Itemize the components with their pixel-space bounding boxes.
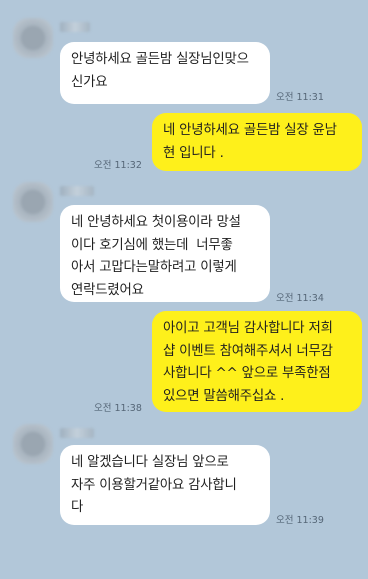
message-bubble-sent[interactable]: 네 안녕하세요 골든밤 실장 윤남 현 입니다 . (152, 113, 362, 171)
message-timestamp: 오전 11:31 (276, 92, 324, 103)
message-timestamp: 오전 11:32 (94, 160, 142, 171)
message-bubble-received[interactable]: 안녕하세요 골든밤 실장님인맞으 신가요 (60, 42, 270, 104)
message-timestamp: 오전 11:39 (276, 515, 324, 526)
message-bubble-received[interactable]: 네 알겠습니다 실장님 앞으로 자주 이용할거같아요 감사합니 다 (60, 445, 270, 525)
sender-name-blurred (60, 186, 94, 196)
message-timestamp: 오전 11:34 (276, 293, 324, 304)
message-timestamp: 오전 11:38 (94, 403, 142, 414)
sender-name-blurred (60, 22, 90, 32)
sender-avatar[interactable] (13, 18, 53, 58)
message-bubble-received[interactable]: 네 안녕하세요 첫이용이라 망설 이다 호기심에 했는데 너무좋 아서 고맙다는… (60, 205, 270, 302)
sender-avatar[interactable] (13, 424, 53, 464)
message-bubble-sent[interactable]: 아이고 고객님 감사합니다 저희 샵 이벤트 참여해주셔서 너무감 사합니다 ^… (152, 311, 362, 412)
sender-avatar[interactable] (13, 182, 53, 222)
sender-name-blurred (60, 428, 94, 438)
